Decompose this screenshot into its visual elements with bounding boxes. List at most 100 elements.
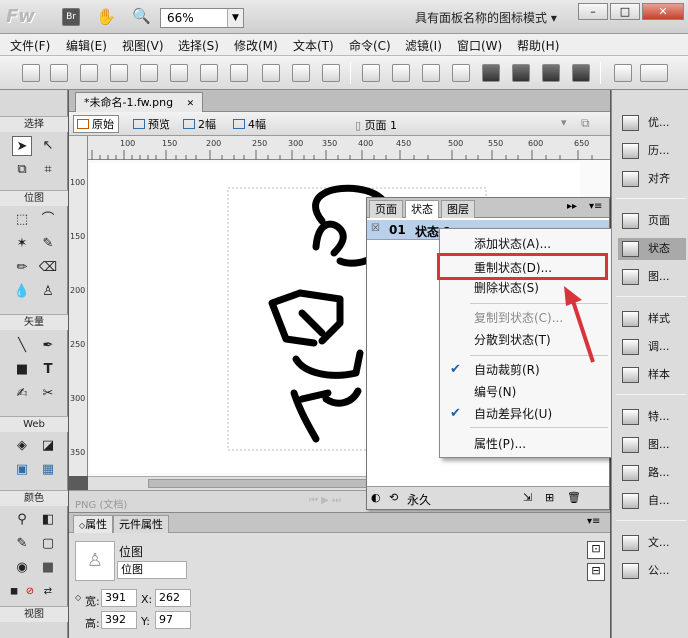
zoom-icon[interactable]: 🔍: [132, 7, 151, 25]
send-backward-icon[interactable]: [542, 64, 560, 82]
minimize-button[interactable]: –: [578, 3, 608, 20]
distribute-icon[interactable]: ⇲: [523, 491, 532, 504]
rectangle-tool-icon[interactable]: ■: [12, 360, 32, 380]
group-icon[interactable]: [362, 64, 380, 82]
marquee-tool-icon[interactable]: ⬚: [12, 210, 32, 230]
loop-icon[interactable]: ⟲: [389, 491, 398, 504]
tab-symbol-properties[interactable]: 元件属性: [113, 515, 169, 533]
copy-icon[interactable]: [292, 64, 310, 82]
panel-menu-icon[interactable]: ▾≡: [589, 201, 602, 212]
menu-numbering[interactable]: 编号(N): [440, 381, 612, 403]
stroke-color-icon[interactable]: ✎: [12, 534, 32, 554]
menu-select[interactable]: 选择(S): [178, 37, 219, 54]
y-field[interactable]: 97: [155, 611, 191, 629]
height-field[interactable]: 392: [101, 611, 137, 629]
rotate-icon[interactable]: [614, 64, 632, 82]
panel-pages[interactable]: 页面: [618, 210, 686, 232]
brush-tool-icon[interactable]: ✎: [38, 234, 58, 254]
slice-tool-icon[interactable]: ◪: [38, 436, 58, 456]
playback-controls-icon[interactable]: ⏮ ▶ ⏭: [309, 495, 341, 506]
tab-pages[interactable]: 页面: [369, 200, 403, 218]
bridge-icon[interactable]: Br: [62, 8, 80, 26]
eyedropper-tool-icon[interactable]: ⚲: [12, 510, 32, 530]
panel-auto-shapes[interactable]: 自...: [618, 490, 686, 512]
x-field[interactable]: 262: [155, 589, 191, 607]
lock-icon[interactable]: ◇: [75, 593, 81, 602]
bring-to-front-icon[interactable]: [482, 64, 500, 82]
lasso-tool-icon[interactable]: ⌒: [38, 210, 58, 230]
panel-common-library[interactable]: 公...: [618, 560, 686, 582]
menu-edit[interactable]: 编辑(E): [66, 37, 107, 54]
send-to-back-icon[interactable]: [572, 64, 590, 82]
save-icon[interactable]: [50, 64, 68, 82]
print-icon[interactable]: [170, 64, 188, 82]
fill-swatch[interactable]: ■: [38, 558, 58, 578]
line-tool-icon[interactable]: ╲: [12, 336, 32, 356]
show-slices-icon[interactable]: ▦: [38, 460, 58, 480]
view-original-button[interactable]: 原始: [73, 115, 119, 133]
menu-properties[interactable]: 属性(P)...: [440, 433, 612, 455]
menu-help[interactable]: 帮助(H): [517, 37, 559, 54]
close-tab-icon[interactable]: ✕: [187, 99, 195, 109]
fill-color-icon[interactable]: ◉: [12, 558, 32, 578]
menu-view[interactable]: 视图(V): [122, 37, 164, 54]
open-icon[interactable]: [80, 64, 98, 82]
close-window-button[interactable]: ✕: [642, 3, 684, 20]
hotspot-tool-icon[interactable]: ◈: [12, 436, 32, 456]
menu-modify[interactable]: 修改(M): [234, 37, 278, 54]
page-menu-icon[interactable]: ▾: [561, 116, 575, 130]
tab-states[interactable]: 状态: [405, 200, 439, 218]
scrollbar-thumb[interactable]: [148, 479, 368, 488]
side-tool-icon[interactable]: ⊡: [587, 541, 605, 559]
page-selector[interactable]: ▯ 页面 1: [355, 117, 397, 133]
pen-tool-icon[interactable]: ✒: [38, 336, 58, 356]
menu-file[interactable]: 文件(F): [10, 37, 50, 54]
paint-bucket-icon[interactable]: ◧: [38, 510, 58, 530]
panel-image-edit[interactable]: 图...: [618, 434, 686, 456]
page-options-icon[interactable]: ⧉: [581, 116, 599, 132]
import-icon[interactable]: [110, 64, 128, 82]
redo-icon[interactable]: [230, 64, 248, 82]
side-tool-icon[interactable]: ⊟: [587, 563, 605, 581]
stroke-swatch[interactable]: ▢: [38, 534, 58, 554]
magic-wand-icon[interactable]: ✶: [12, 234, 32, 254]
panel-layers[interactable]: 图...: [618, 266, 686, 288]
maximize-button[interactable]: □: [610, 3, 640, 20]
menu-auto-difference[interactable]: ✔ 自动差异化(U): [440, 403, 612, 425]
knife-tool-icon[interactable]: ✂: [38, 384, 58, 404]
delete-state-icon[interactable]: 🗑: [567, 491, 581, 504]
new-file-icon[interactable]: [22, 64, 40, 82]
hand-icon[interactable]: ✋: [96, 7, 116, 26]
workspace-mode-select[interactable]: 具有面板名称的图标模式 ▾: [415, 9, 557, 26]
view-2up-button[interactable]: 2幅: [179, 115, 221, 133]
menu-window[interactable]: 窗口(W): [457, 37, 502, 54]
panel-swatches[interactable]: 样本: [618, 364, 686, 386]
cut-icon[interactable]: [262, 64, 280, 82]
panel-states[interactable]: 状态: [618, 238, 686, 260]
text-tool-icon[interactable]: T: [38, 360, 58, 380]
pointer-tool-icon[interactable]: ➤: [12, 136, 32, 156]
no-color-icon[interactable]: ⊘: [20, 582, 40, 602]
eraser-tool-icon[interactable]: ⌫: [38, 258, 58, 278]
split-icon[interactable]: [452, 64, 470, 82]
undo-icon[interactable]: [200, 64, 218, 82]
document-tab[interactable]: *未命名-1.fw.png ✕: [75, 92, 204, 112]
freeform-tool-icon[interactable]: ✍: [12, 384, 32, 404]
new-state-icon[interactable]: ⊞: [545, 491, 554, 504]
hide-slices-icon[interactable]: ▣: [12, 460, 32, 480]
panel-menu-icon[interactable]: ▾≡: [587, 516, 600, 527]
panel-optimize[interactable]: 优...: [618, 112, 686, 134]
panel-path[interactable]: 路...: [618, 462, 686, 484]
ungroup-icon[interactable]: [392, 64, 410, 82]
panel-special-chars[interactable]: 特...: [618, 406, 686, 428]
tab-layers[interactable]: 图层: [441, 200, 475, 218]
paste-icon[interactable]: [322, 64, 340, 82]
subselect-tool-icon[interactable]: ↖: [38, 136, 58, 156]
view-4up-button[interactable]: 4幅: [229, 115, 271, 133]
panel-styles[interactable]: 样式: [618, 308, 686, 330]
swap-colors-icon[interactable]: ⇄: [38, 582, 58, 602]
panel-color-mixer[interactable]: 调...: [618, 336, 686, 358]
menu-add-state[interactable]: 添加状态(A)...: [440, 233, 612, 255]
crop-tool-icon[interactable]: ⌗: [38, 160, 58, 180]
panel-expand-icon[interactable]: ▸▸: [567, 201, 577, 212]
